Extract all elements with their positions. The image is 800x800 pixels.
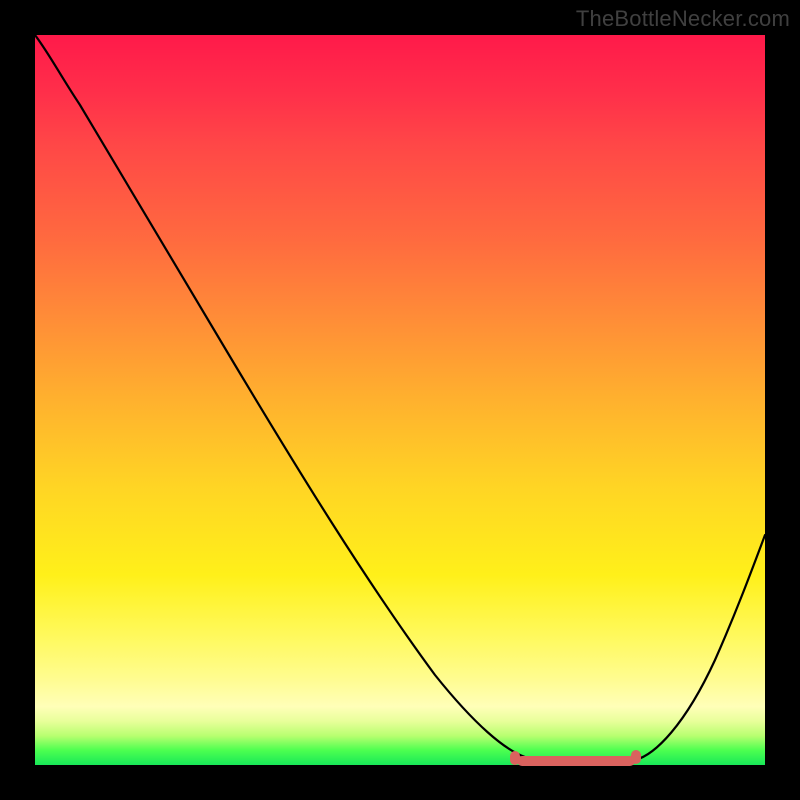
plot-area	[35, 35, 765, 765]
bottleneck-curve	[35, 35, 765, 765]
curve-path	[35, 35, 765, 762]
watermark-text: TheBottleNecker.com	[576, 6, 790, 32]
optimal-range-marker	[517, 756, 635, 766]
chart-container: TheBottleNecker.com	[0, 0, 800, 800]
marker-right-dot	[631, 750, 641, 764]
